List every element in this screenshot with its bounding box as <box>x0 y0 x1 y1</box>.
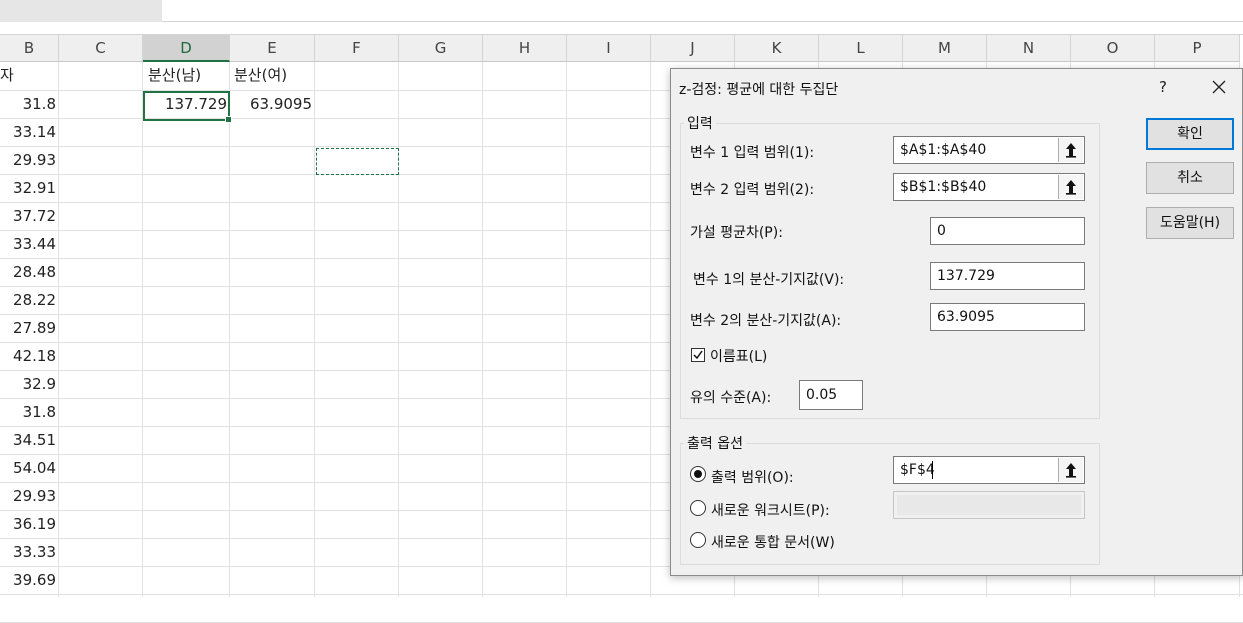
new-workbook-label: 새로운 통합 문서(W) <box>711 535 835 551</box>
cell-b-value[interactable]: 31.8 <box>0 91 59 118</box>
var1-variance-input[interactable]: 137.729 <box>930 262 1085 290</box>
new-sheet-label: 새로운 워크시트(P): <box>711 503 830 519</box>
new-workbook-radio[interactable] <box>690 532 706 548</box>
checkmark-icon <box>693 350 703 360</box>
cell-b-value[interactable]: 32.91 <box>0 175 59 202</box>
column-header-m[interactable]: M <box>903 35 987 62</box>
hyp-mean-label: 가설 평균차(P): <box>690 225 783 241</box>
column-header-o[interactable]: O <box>1071 35 1155 62</box>
gridline <box>229 62 230 597</box>
output-range-radio[interactable] <box>690 466 706 482</box>
divider <box>162 21 1243 22</box>
active-cell-selection <box>143 91 232 123</box>
collapse-range-button[interactable] <box>1058 138 1083 162</box>
collapse-range-button[interactable] <box>1058 458 1083 482</box>
cell-b-value[interactable]: 33.14 <box>0 119 59 146</box>
var1-variance-label: 변수 1의 분산-기지값(V): <box>693 272 845 288</box>
new-sheet-input <box>893 491 1085 519</box>
copy-marquee <box>316 148 399 175</box>
z-test-dialog: z-검정: 평균에 대한 두집단 ? 입력 변수 1 입력 범위(1): $A$… <box>670 68 1243 576</box>
column-header-l[interactable]: L <box>819 35 903 62</box>
column-header-b[interactable]: B <box>0 35 59 62</box>
text-caret <box>932 461 933 479</box>
cell-D1[interactable]: 분산(남) <box>148 62 232 89</box>
output-range-label: 출력 범위(O): <box>711 470 794 486</box>
var1-range-input[interactable]: $A$1:$A$40 <box>893 136 1085 164</box>
cell-b-value[interactable]: 36.19 <box>0 511 59 538</box>
var1-range-value: $A$1:$A$40 <box>900 142 987 158</box>
cell-E1[interactable]: 분산(여) <box>234 62 318 89</box>
close-icon[interactable] <box>1209 77 1229 97</box>
labels-label: 이름표(L) <box>710 349 768 365</box>
gridline <box>482 62 483 597</box>
cell-b-value[interactable]: 28.48 <box>0 259 59 286</box>
cell-b-value[interactable]: 54.04 <box>0 455 59 482</box>
gridline <box>650 62 651 597</box>
cell-E2[interactable]: 63.9095 <box>230 91 315 118</box>
cell-b-value[interactable]: 31.8 <box>0 399 59 426</box>
cell-b-value[interactable]: 37.72 <box>0 203 59 230</box>
help-icon[interactable]: ? <box>1153 77 1173 97</box>
output-range-value: $F$4 <box>900 462 935 478</box>
fill-handle[interactable] <box>225 116 232 123</box>
column-header-f[interactable]: F <box>315 35 399 62</box>
ok-button[interactable]: 확인 <box>1146 118 1234 150</box>
alpha-label: 유의 수준(A): <box>690 390 772 406</box>
gridline <box>0 594 1243 595</box>
cell-b-value[interactable]: 28.22 <box>0 287 59 314</box>
cell-b-value[interactable]: 42.18 <box>0 343 59 370</box>
column-header-d[interactable]: D <box>143 35 230 62</box>
var1-range-label: 변수 1 입력 범위(1): <box>690 145 815 161</box>
var2-range-label: 변수 2 입력 범위(2): <box>690 182 815 198</box>
gridline <box>398 62 399 597</box>
gridline <box>314 62 315 597</box>
var2-variance-input[interactable]: 63.9095 <box>930 303 1085 331</box>
help-button[interactable]: 도움말(H) <box>1146 207 1234 239</box>
column-header-j[interactable]: J <box>651 35 735 62</box>
output-group-title: 출력 옵션 <box>684 433 746 453</box>
cell-b-value[interactable]: 34.51 <box>0 427 59 454</box>
column-header-g[interactable]: G <box>399 35 483 62</box>
column-header-h[interactable]: H <box>483 35 567 62</box>
cell-b-value[interactable]: 39.69 <box>0 567 59 594</box>
cell-b-value[interactable]: 33.44 <box>0 231 59 258</box>
name-box[interactable] <box>0 0 162 22</box>
column-header-k[interactable]: K <box>735 35 819 62</box>
input-group-title: 입력 <box>684 113 716 133</box>
column-header-p[interactable]: P <box>1155 35 1240 62</box>
range-select-icon <box>1066 463 1076 478</box>
range-select-icon <box>1066 180 1076 195</box>
new-sheet-radio[interactable] <box>690 500 706 516</box>
output-range-input[interactable]: $F$4 <box>893 456 1085 484</box>
collapse-range-button[interactable] <box>1058 175 1083 199</box>
dialog-title: z-검정: 평균에 대한 두집단 <box>679 82 839 98</box>
column-header-n[interactable]: N <box>987 35 1071 62</box>
cell-b-value[interactable]: 27.89 <box>0 315 59 342</box>
cell-b-value[interactable]: 32.9 <box>0 371 59 398</box>
column-header-e[interactable]: E <box>230 35 315 62</box>
hyp-mean-input[interactable]: 0 <box>930 217 1085 245</box>
cell-b-value[interactable]: 33.33 <box>0 539 59 566</box>
gridline <box>566 62 567 597</box>
var2-range-input[interactable]: $B$1:$B$40 <box>893 173 1085 201</box>
gridline <box>142 62 143 597</box>
alpha-input[interactable]: 0.05 <box>799 380 863 410</box>
var2-range-value: $B$1:$B$40 <box>900 179 987 195</box>
var2-variance-label: 변수 2의 분산-기지값(A): <box>690 313 842 329</box>
column-header-c[interactable]: C <box>59 35 143 62</box>
labels-checkbox[interactable] <box>691 348 705 362</box>
cell-B1[interactable]: 자 <box>0 62 59 89</box>
cancel-button[interactable]: 취소 <box>1146 162 1234 194</box>
cell-b-value[interactable]: 29.93 <box>0 147 59 174</box>
column-header-i[interactable]: I <box>567 35 651 62</box>
cell-b-value[interactable]: 29.93 <box>0 483 59 510</box>
formula-bar-area <box>0 0 1243 22</box>
range-select-icon <box>1066 143 1076 158</box>
